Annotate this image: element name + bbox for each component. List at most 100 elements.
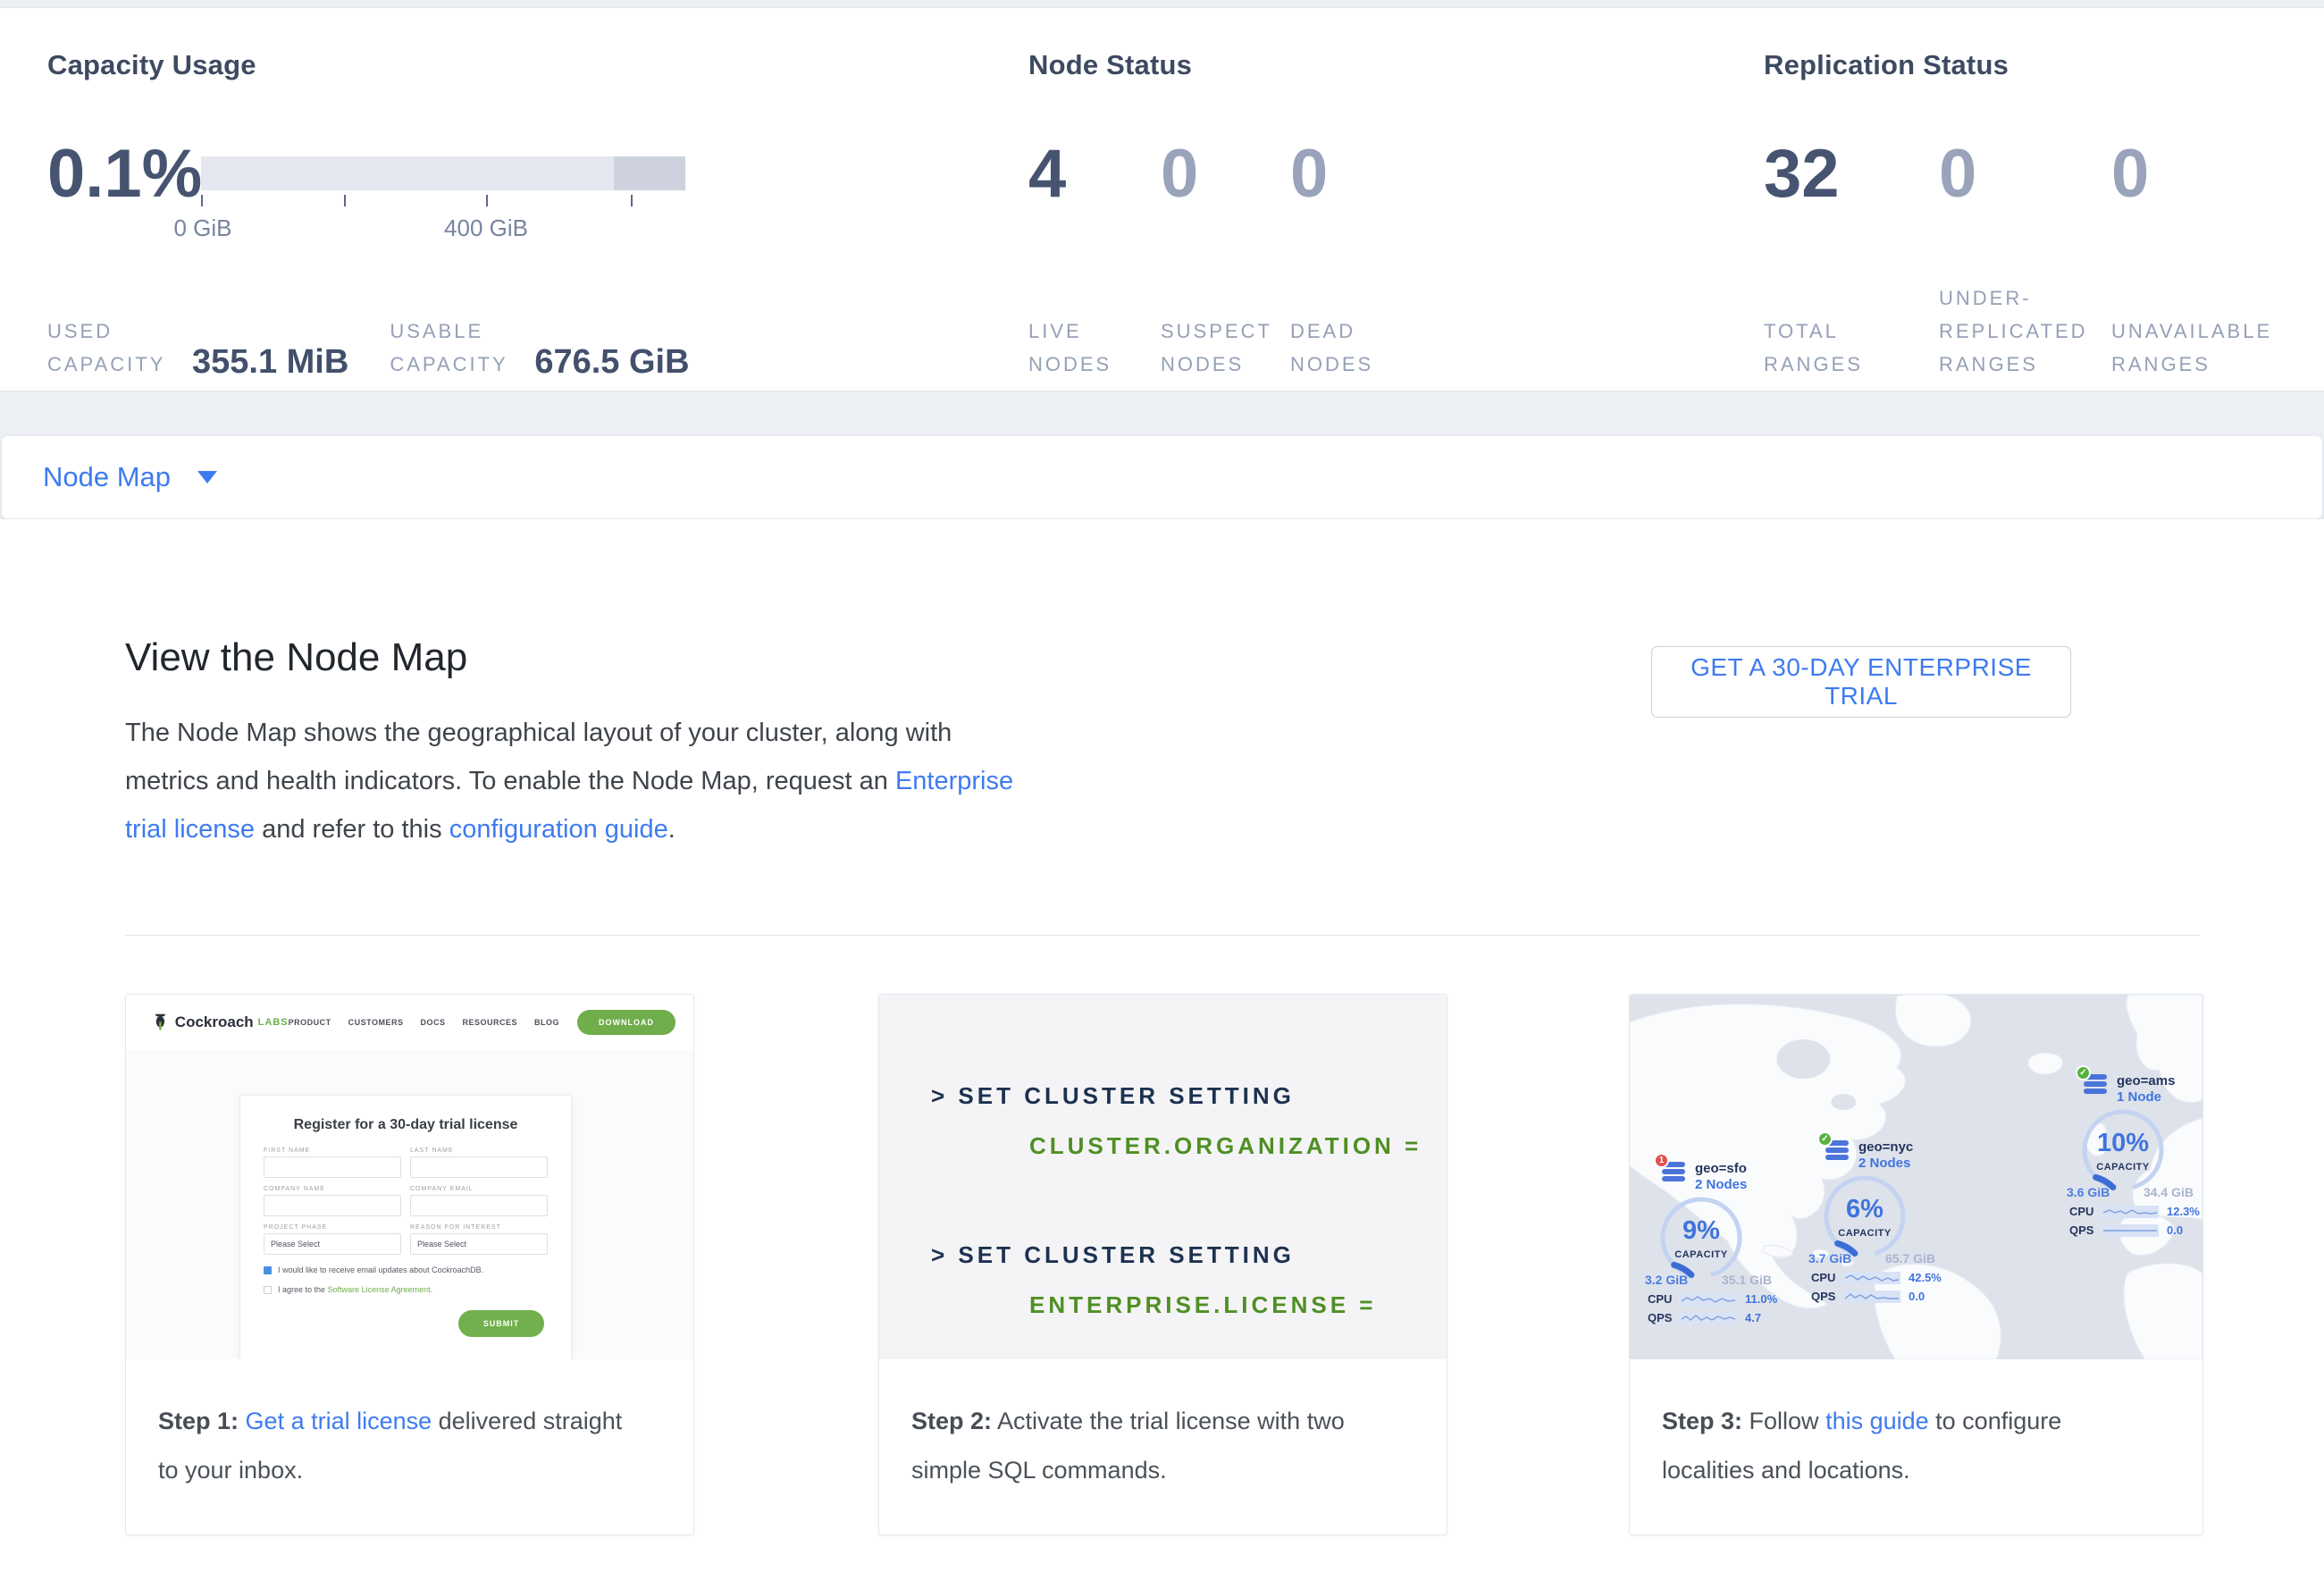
dead-nodes-label: DEAD NODES — [1290, 315, 1373, 381]
node-status-title: Node Status — [1028, 47, 1328, 83]
mini-sla-link: Software License Agreement. — [328, 1285, 433, 1294]
axis-tick — [201, 195, 203, 206]
mini-text-input — [410, 1156, 548, 1178]
label-line: LIVE — [1028, 315, 1161, 348]
capacity-bar-dark-segment — [614, 156, 685, 190]
axis-tick — [631, 195, 633, 206]
locality-widget-sfo: 1 geo=sfo 2 Nodes 9% CAPACITY — [1649, 1161, 1783, 1324]
caption-line: localities and locations. — [1662, 1446, 2179, 1495]
promo-desc-line: trial license and refer to this configur… — [125, 805, 1013, 853]
page-title: View the Node Map — [125, 635, 467, 680]
cpu-label: CPU — [1811, 1271, 1843, 1284]
capacity-bar — [201, 156, 685, 190]
locality-names: geo=nyc 2 Nodes — [1858, 1139, 1913, 1172]
gauge-percent: 10% — [2078, 1129, 2168, 1158]
metric-label-line: USABLE — [390, 315, 515, 348]
gauge-percent: 9% — [1657, 1216, 1746, 1246]
sql-command-text: SET CLUSTER SETTING — [958, 1241, 1294, 1268]
replication-status-section: Replication Status 32 0 0 TOTAL RANGES U… — [1764, 47, 2149, 381]
locality-header: ✓ geo=nyc 2 Nodes — [1825, 1139, 1947, 1172]
mini-nav-item: PRODUCT — [289, 1018, 331, 1027]
qps-value: 0.0 — [2167, 1223, 2183, 1237]
mini-checkbox-text: I agree to the — [278, 1285, 328, 1294]
axis-tick — [486, 195, 488, 206]
qps-sparkline-icon — [2102, 1224, 2159, 1237]
label-line: SUSPECT — [1161, 315, 1290, 348]
live-nodes-value: 4 — [1028, 139, 1161, 210]
locality-node-count: 2 Nodes — [1695, 1176, 1747, 1193]
cpu-sparkline-icon — [2102, 1206, 2159, 1218]
cpu-row: CPU 42.5% — [1811, 1271, 1947, 1284]
mini-site-nav: PRODUCT CUSTOMERS DOCS RESOURCES BLOG — [289, 1018, 559, 1027]
capacity-gauge: 6% CAPACITY — [1820, 1174, 1909, 1259]
checkbox-empty-icon — [264, 1286, 272, 1294]
node-status-section: Node Status 4 0 0 LIVE NODES SUSPECT NOD… — [1028, 47, 1328, 381]
sql-cluster-organization-line: CLUSTER.ORGANIZATION = — [1029, 1131, 1447, 1161]
capacity-usage-section: Capacity Usage 0.1% 0 GiB 400 GiB — [47, 47, 685, 381]
configuration-guide-link[interactable]: configuration guide — [449, 815, 668, 844]
capacity-percent-value: 0.1% — [47, 139, 201, 210]
axis-tick — [344, 195, 346, 206]
this-guide-link[interactable]: this guide — [1825, 1408, 1929, 1434]
prompt-symbol: > — [931, 1082, 948, 1109]
label-line: DEAD — [1290, 315, 1373, 348]
cpu-label: CPU — [1648, 1292, 1680, 1306]
mini-field-label: LAST NAME — [410, 1148, 548, 1154]
caption-line: Step 2: Activate the trial license with … — [911, 1397, 1423, 1446]
get-trial-license-link[interactable]: Get a trial license — [246, 1408, 432, 1434]
used-capacity-value: 355.1 MiB — [192, 343, 348, 381]
mini-site-header: Cockroach LABS PRODUCT CUSTOMERS DOCS RE… — [126, 995, 693, 1050]
mini-nav-item: RESOURCES — [462, 1018, 517, 1027]
mini-text-input — [264, 1156, 401, 1178]
section-divider — [125, 935, 2200, 936]
live-nodes-label: LIVE NODES — [1028, 315, 1161, 381]
checkbox-checked-icon — [264, 1266, 272, 1274]
mini-nav-item: BLOG — [534, 1018, 559, 1027]
usable-capacity-label: USABLE CAPACITY — [390, 315, 515, 381]
label-line: NODES — [1161, 348, 1290, 381]
node-map-dropdown-label[interactable]: Node Map — [43, 461, 171, 493]
gauge-capacity-label: CAPACITY — [1820, 1228, 1909, 1239]
suspect-nodes-value: 0 — [1161, 139, 1290, 210]
mini-field-label: COMPANY EMAIL — [410, 1186, 548, 1192]
axis-label-0gib: 0 GiB — [173, 214, 231, 242]
caption-text: delivered straight — [432, 1408, 622, 1434]
node-map-promo-content: View the Node Map The Node Map shows the… — [0, 519, 2324, 1589]
get-enterprise-trial-button[interactable]: GET A 30-DAY ENTERPRISE TRIAL — [1651, 646, 2071, 718]
mini-download-button: DOWNLOAD — [577, 1010, 675, 1035]
locality-name: geo=sfo — [1695, 1161, 1747, 1176]
node-map-dropdown[interactable]: Node Map — [1, 435, 2323, 519]
label-line: RANGES — [1939, 348, 2111, 381]
promo-desc-text: metrics and health indicators. To enable… — [125, 767, 895, 795]
promo-desc-line: metrics and health indicators. To enable… — [125, 757, 1013, 805]
cpu-row: CPU 11.0% — [1648, 1292, 1783, 1306]
step1-caption: Step 1: Get a trial license delivered st… — [126, 1359, 693, 1495]
locality-header: ✓ geo=ams 1 Node — [2084, 1073, 2202, 1106]
step1-card: Cockroach LABS PRODUCT CUSTOMERS DOCS RE… — [125, 994, 694, 1535]
cpu-sparkline-icon — [1843, 1272, 1900, 1284]
database-stack-icon: 1 — [1662, 1161, 1687, 1184]
cpu-sparkline-icon — [1680, 1293, 1737, 1306]
capacity-usage-title: Capacity Usage — [47, 47, 685, 83]
caption-text: to configure — [1929, 1408, 2062, 1434]
capacity-gauge: 10% CAPACITY — [2078, 1108, 2168, 1193]
qps-value: 0.0 — [1909, 1290, 1925, 1303]
locality-names: geo=sfo 2 Nodes — [1695, 1161, 1747, 1193]
label-line: TOTAL — [1764, 315, 1939, 348]
step-label: Step 2: — [911, 1408, 992, 1434]
enterprise-trial-license-link[interactable]: trial license — [125, 815, 255, 844]
under-replicated-ranges-label: UNDER- REPLICATED RANGES — [1939, 282, 2111, 381]
mini-select-input: Please Select — [264, 1233, 401, 1255]
caption-text: localities and locations. — [1662, 1457, 1910, 1484]
caption-line: Step 1: Get a trial license delivered st… — [158, 1397, 670, 1446]
qps-sparkline-icon — [1843, 1291, 1900, 1303]
enterprise-trial-license-link[interactable]: Enterprise — [895, 767, 1013, 795]
promo-description: The Node Map shows the geographical layo… — [125, 709, 1013, 853]
qps-row: QPS 0.0 — [1811, 1290, 1947, 1303]
step3-card: 1 geo=sfo 2 Nodes 9% CAPACITY — [1629, 994, 2203, 1535]
suspect-nodes-label: SUSPECT NODES — [1161, 315, 1290, 381]
qps-label: QPS — [1648, 1311, 1680, 1324]
cpu-value: 11.0% — [1745, 1292, 1777, 1306]
step-label: Step 1: — [158, 1408, 239, 1434]
cpu-value: 42.5% — [1909, 1271, 1942, 1284]
